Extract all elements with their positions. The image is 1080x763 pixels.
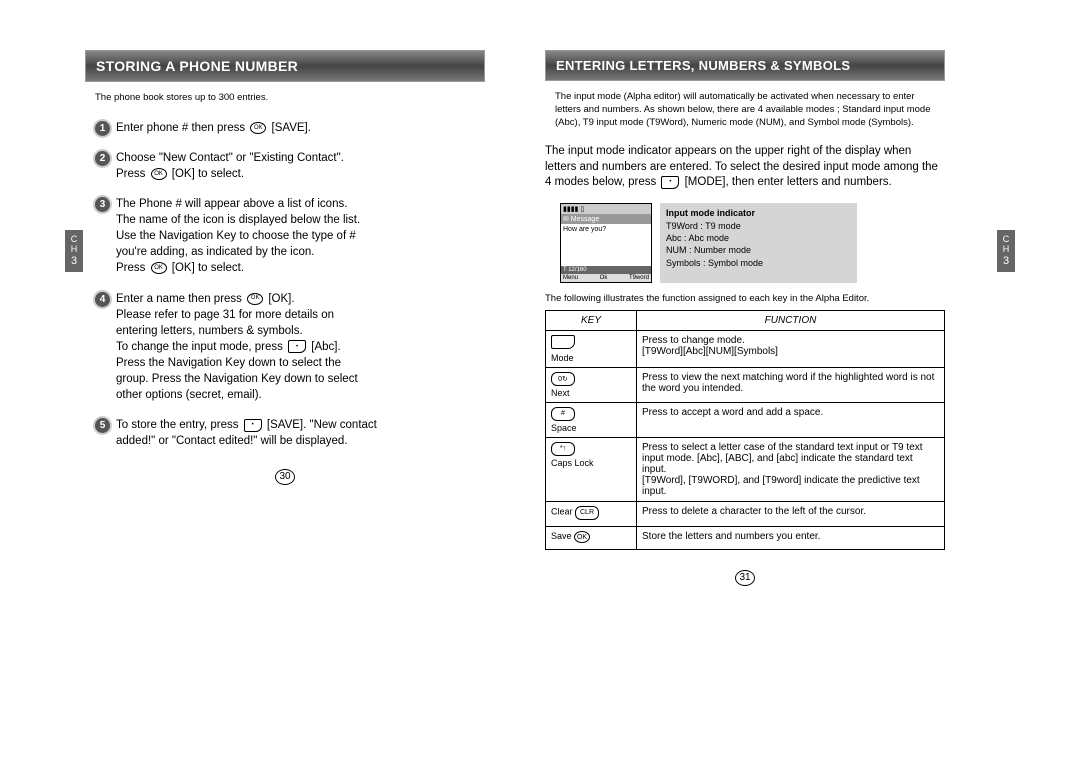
figure-row: ▮▮▮▮ ▯ ✉ Message How are you? T 12/160 M… [560,203,945,283]
step: 3 The Phone # will appear above a list of… [95,196,485,276]
left-softkey-icon: • [244,419,262,432]
th-key: KEY [546,310,637,330]
step-number: 5 [95,418,110,433]
steps-list: 1 Enter phone # then press OK [SAVE]. 2 Cho… [95,120,485,450]
infobox-line: Symbols : Symbol mode [666,257,851,269]
phone-statusbar: ▮▮▮▮ ▯ [561,204,651,214]
phone-counter: T 12/160 [561,266,651,274]
intro-text: The phone book stores up to 300 entries. [95,92,475,105]
key-icon [551,335,575,349]
page-number-left: 30 [85,469,485,485]
right-softkey-icon: • [661,176,679,189]
function-cell: Press to select a letter case of the sta… [637,437,945,501]
phone-softkey-center: Ok [600,275,608,281]
chapter-tab-ch: C H [67,235,81,255]
step: 1 Enter phone # then press OK [SAVE]. [95,120,485,136]
key-cell: Mode [546,330,637,367]
function-cell: Press to accept a word and add a space. [637,402,945,437]
phone-message-body: How are you? [561,224,651,266]
key-icon: 0↻ [551,372,575,386]
function-cell: Press to view the next matching word if … [637,367,945,402]
key-cell: #Space [546,402,637,437]
chapter-tab-right: C H 3 [997,230,1015,272]
key-cell: *↑Caps Lock [546,437,637,501]
phone-screen-mockup: ▮▮▮▮ ▯ ✉ Message How are you? T 12/160 M… [560,203,652,283]
step-text: To store the entry, press • [SAVE]. "New… [116,417,377,449]
ok-key-icon: OK [247,293,263,305]
infobox-line: Abc : Abc mode [666,232,851,244]
function-table: KEY FUNCTION ModePress to change mode. [… [545,310,945,551]
ok-key-icon: OK [151,262,167,274]
ok-key-icon: OK [250,122,266,134]
step-number: 4 [95,292,110,307]
intro-small: The input mode (Alpha editor) will autom… [555,91,935,129]
step-text: Choose "New Contact" or "Existing Contac… [116,150,344,182]
table-row: #SpacePress to accept a word and add a s… [546,402,945,437]
phone-softkey-left: Menu [563,275,578,281]
function-cell: Press to delete a character to the left … [637,501,945,526]
step-text: Enter a name then press OK [OK]. Please … [116,291,358,404]
page-spread: STORING A PHONE NUMBER The phone book st… [0,0,1080,616]
right-page: ENTERING LETTERS, NUMBERS & SYMBOLS The … [545,50,945,586]
key-icon: # [551,407,575,421]
chapter-tab-num: 3 [67,255,81,267]
infobox-line: NUM : Number mode [666,244,851,256]
page-title-right: ENTERING LETTERS, NUMBERS & SYMBOLS [545,50,945,81]
step: 2 Choose "New Contact" or "Existing Conta… [95,150,485,182]
right-softkey-icon: • [288,340,306,353]
table-intro: The following illustrates the function a… [545,293,945,306]
input-mode-infobox: Input mode indicator T9Word : T9 modeAbc… [660,203,857,283]
step: 5 To store the entry, press • [SAVE]. "Ne… [95,417,485,449]
key-cell: Clear CLR [546,501,637,526]
left-page: STORING A PHONE NUMBER The phone book st… [85,50,485,586]
phone-softkeys: Menu Ok T9word [561,274,651,282]
step: 4 Enter a name then press OK [OK]. Please… [95,291,485,404]
key-icon: CLR [575,506,599,520]
infobox-title: Input mode indicator [666,207,851,219]
step-number: 1 [95,121,110,136]
function-cell: Store the letters and numbers you enter. [637,526,945,550]
ok-key-icon: OK [151,168,167,180]
page-number-right: 31 [545,570,945,586]
step-text: Enter phone # then press OK [SAVE]. [116,120,311,136]
step-text: The Phone # will appear above a list of … [116,196,360,276]
intro-large: The input mode indicator appears on the … [545,144,945,191]
table-row: 0↻NextPress to view the next matching wo… [546,367,945,402]
chapter-tab-left: C H 3 [65,230,83,272]
th-function: FUNCTION [637,310,945,330]
infobox-line: T9Word : T9 mode [666,220,851,232]
chapter-tab-ch: C H [999,235,1013,255]
key-cell: 0↻Next [546,367,637,402]
step-number: 3 [95,197,110,212]
table-row: *↑Caps LockPress to select a letter case… [546,437,945,501]
key-cell: Save OK [546,526,637,550]
chapter-tab-num: 3 [999,255,1013,267]
table-row: Clear CLRPress to delete a character to … [546,501,945,526]
key-icon: OK [574,531,590,543]
page-title-left: STORING A PHONE NUMBER [85,50,485,82]
phone-message-header: ✉ Message [561,214,651,224]
table-row: Save OKStore the letters and numbers you… [546,526,945,550]
phone-softkey-right: T9word [629,275,649,281]
key-icon: *↑ [551,442,575,456]
table-row: ModePress to change mode. [T9Word][Abc][… [546,330,945,367]
function-cell: Press to change mode. [T9Word][Abc][NUM]… [637,330,945,367]
step-number: 2 [95,151,110,166]
